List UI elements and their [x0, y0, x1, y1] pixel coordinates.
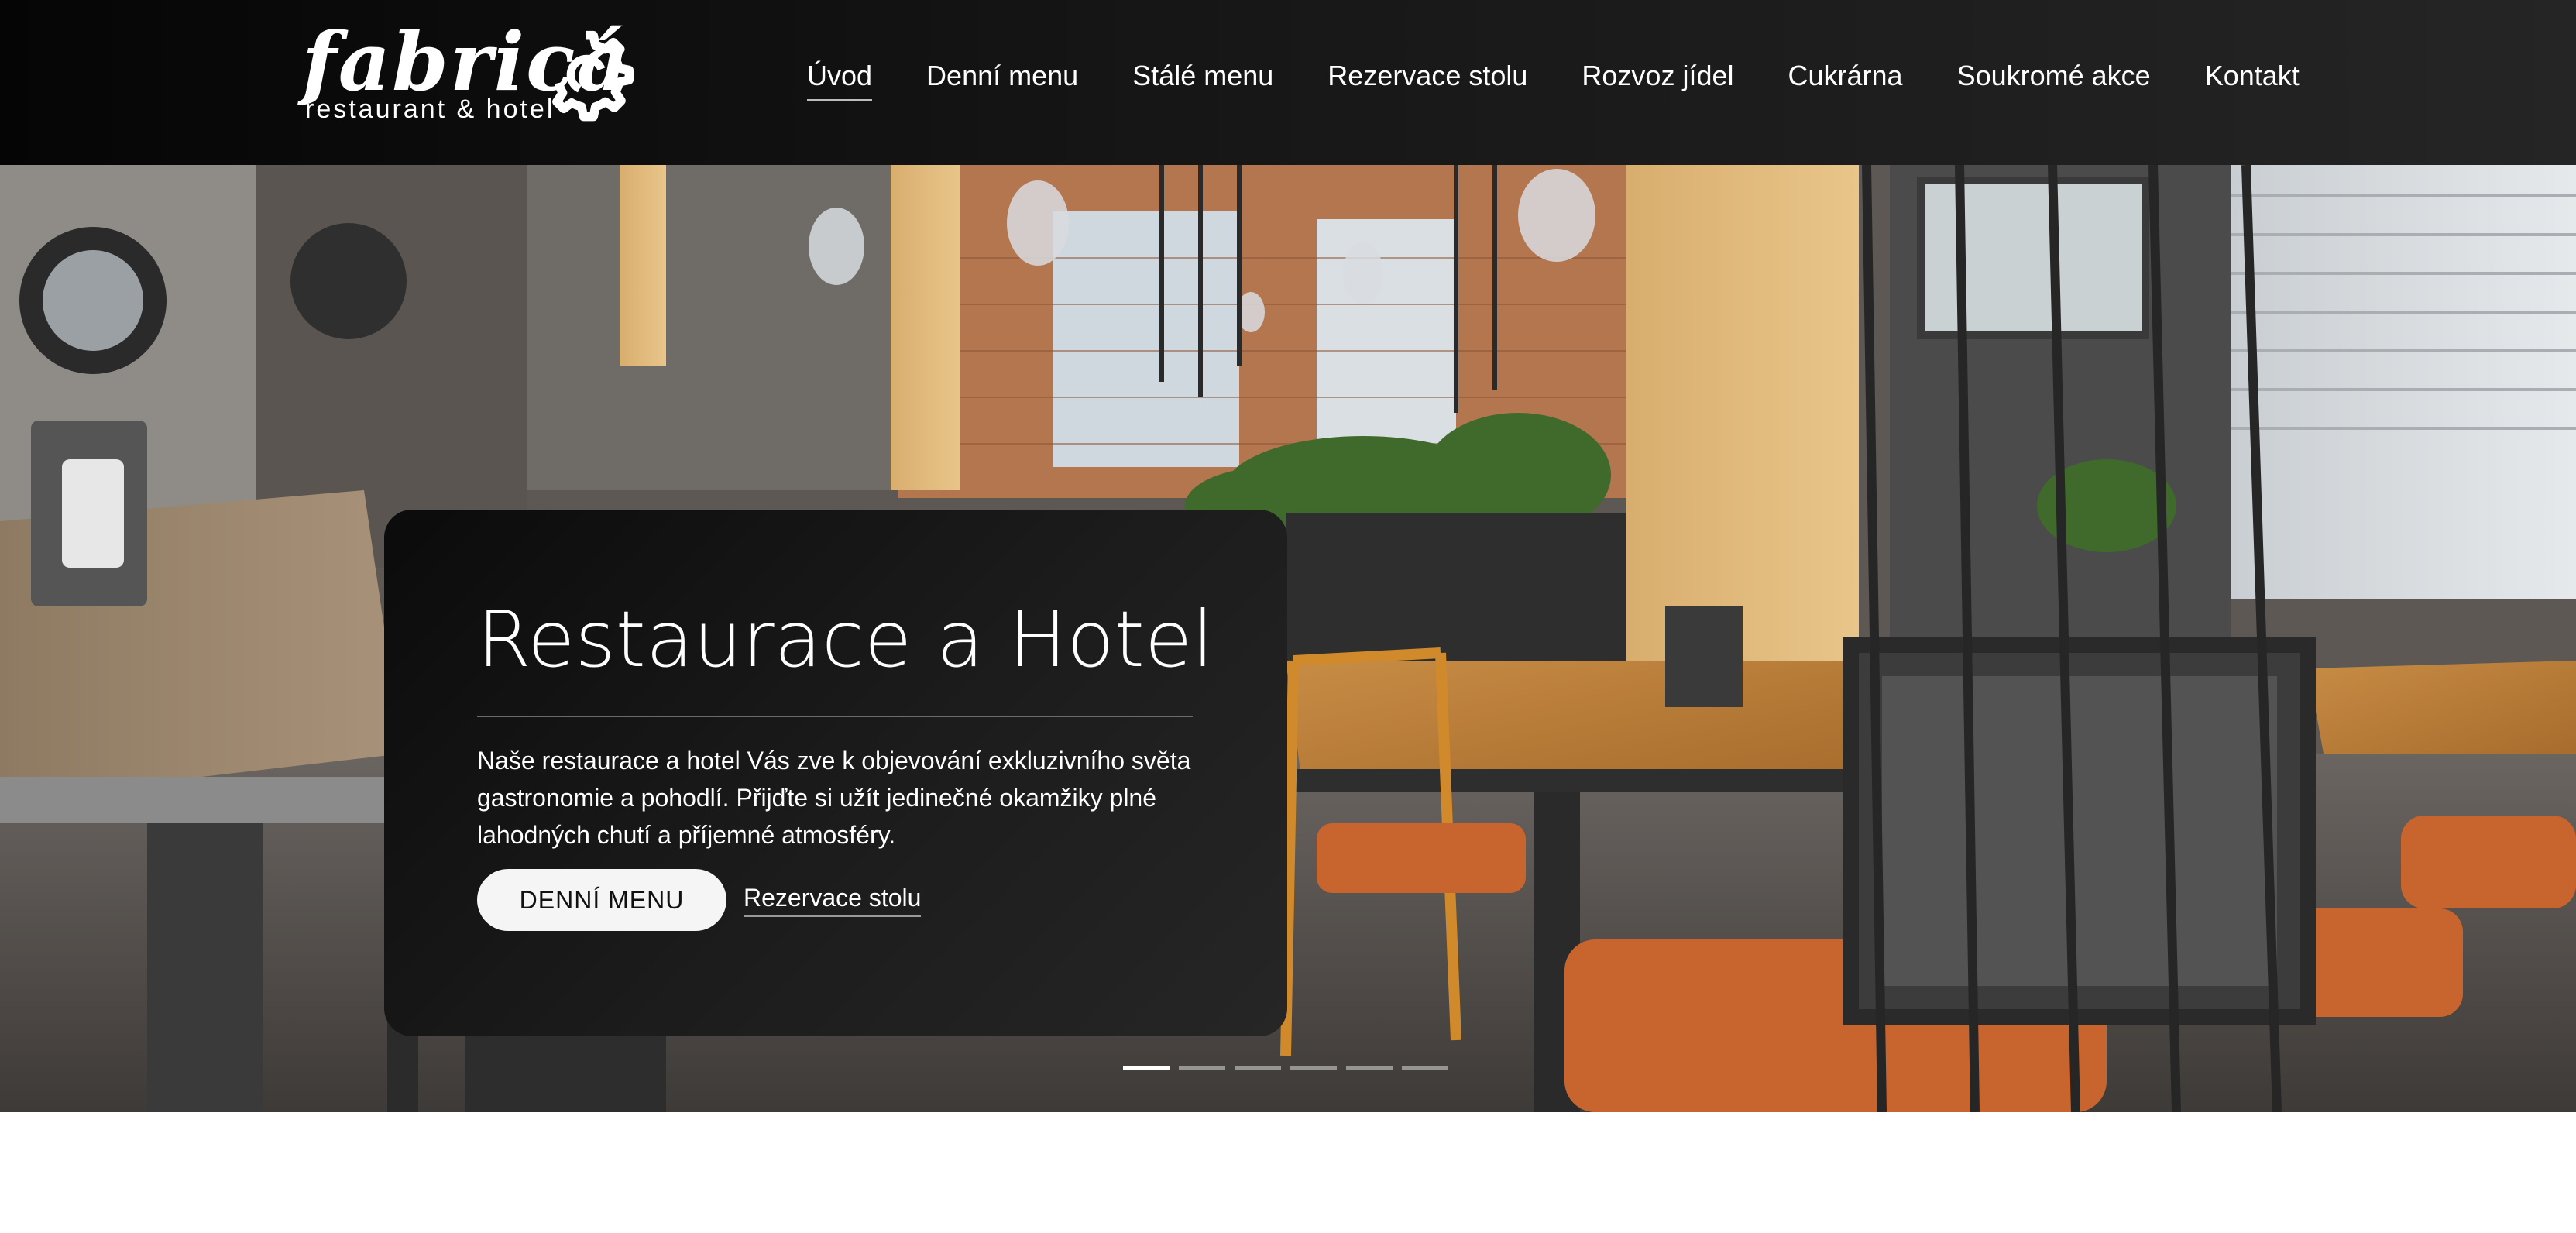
- logo[interactable]: fabricá restaurant & hotel: [302, 22, 643, 135]
- nav-item-uvod[interactable]: Úvod: [807, 62, 873, 101]
- logo-tagline: restaurant & hotel: [305, 94, 555, 124]
- site-header: fabricá restaurant & hotel Úvod Denní me…: [0, 0, 2576, 165]
- slider-dot[interactable]: [1123, 1066, 1170, 1070]
- nav-item-rezervace-stolu[interactable]: Rezervace stolu: [1327, 62, 1527, 99]
- slider-dot[interactable]: [1235, 1066, 1281, 1070]
- slider-dot[interactable]: [1179, 1066, 1225, 1070]
- slider-dot[interactable]: [1290, 1066, 1337, 1070]
- hero-slider: Restaurace a Hotel Naše restaurace a hot…: [0, 165, 2576, 1112]
- rezervace-stolu-link[interactable]: Rezervace stolu: [744, 884, 922, 917]
- nav-item-denni-menu[interactable]: Denní menu: [926, 62, 1078, 99]
- nav-item-soukrome-akce[interactable]: Soukromé akce: [1957, 62, 2151, 99]
- hero-title: Restaurace a Hotel: [477, 594, 1214, 685]
- main-nav: Úvod Denní menu Stálé menu Rezervace sto…: [807, 62, 2300, 101]
- nav-item-cukrarna[interactable]: Cukrárna: [1788, 62, 1903, 99]
- nav-item-stale-menu[interactable]: Stálé menu: [1132, 62, 1273, 99]
- hero-card: Restaurace a Hotel Naše restaurace a hot…: [384, 510, 1287, 1036]
- slider-dot[interactable]: [1402, 1066, 1448, 1070]
- slider-pagination: [1123, 1066, 1448, 1070]
- hero-description: Naše restaurace a hotel Vás zve k objevo…: [477, 747, 1191, 849]
- denni-menu-button[interactable]: DENNÍ MENU: [477, 869, 726, 931]
- slider-dot[interactable]: [1346, 1066, 1393, 1070]
- hero-divider: [477, 716, 1193, 717]
- nav-item-rozvoz-jidel[interactable]: Rozvoz jídel: [1582, 62, 1733, 99]
- nav-item-kontakt[interactable]: Kontakt: [2205, 62, 2300, 99]
